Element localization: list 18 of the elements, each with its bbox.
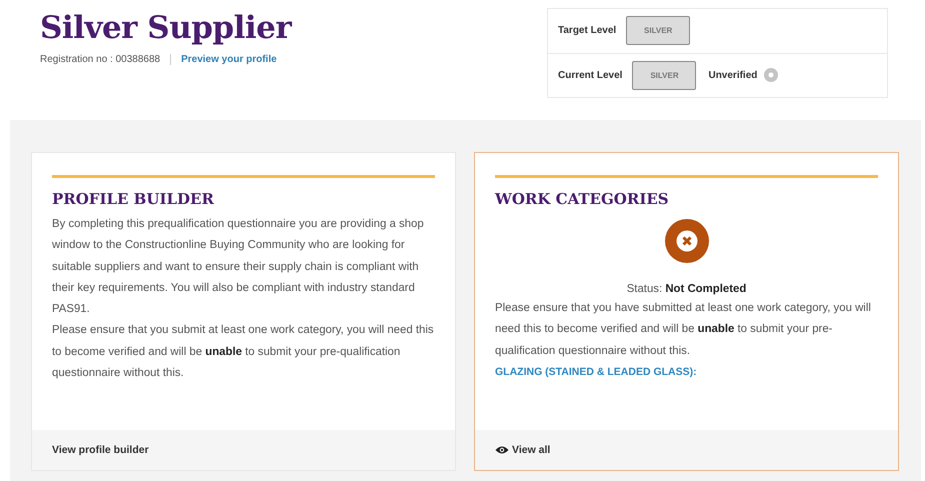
card-description: Please ensure that you have submitted at least one work category, you will need this to become verified and will be unable to submit your pre-qualification questionnaire without this.: [495, 301, 872, 359]
level-badge: SILVER: [626, 16, 690, 46]
eye-icon: [495, 445, 509, 455]
card-title: WORK CATEGORIES: [495, 190, 670, 208]
verification-status: Unverified: [708, 70, 758, 81]
card-title: PROFILE BUILDER: [52, 190, 215, 208]
card-footer-link[interactable]: View profile builder: [52, 444, 149, 456]
category-link[interactable]: GLAZING (STAINED & LEADED GLASS):: [495, 366, 697, 378]
preview-profile-link[interactable]: Preview your profile: [181, 54, 277, 65]
level-badge: SILVER: [632, 60, 696, 90]
card-description: Please ensure that you submit at least one work category, you will need this to become verified and will be unable to submit your pre-qualification questionnaire without this.: [52, 323, 435, 382]
page-title: Silver Supplier: [40, 10, 292, 46]
level-label: Target Level: [558, 25, 616, 36]
status-text: Status: Not Completed: [626, 282, 748, 297]
level-label: Current Level: [558, 70, 622, 81]
card-footer-link[interactable]: View all: [495, 444, 550, 456]
card-description: By completing this prequalification questionnaire you are providing a shop window to the Constructionline Buying Community who are looking for suitable suppliers and want to ensure their supply chain is compliant with their key requirements. You will also be compliant with industry standard PAS91.: [52, 217, 425, 318]
registration-number: Registration no : 00388688: [40, 54, 160, 65]
